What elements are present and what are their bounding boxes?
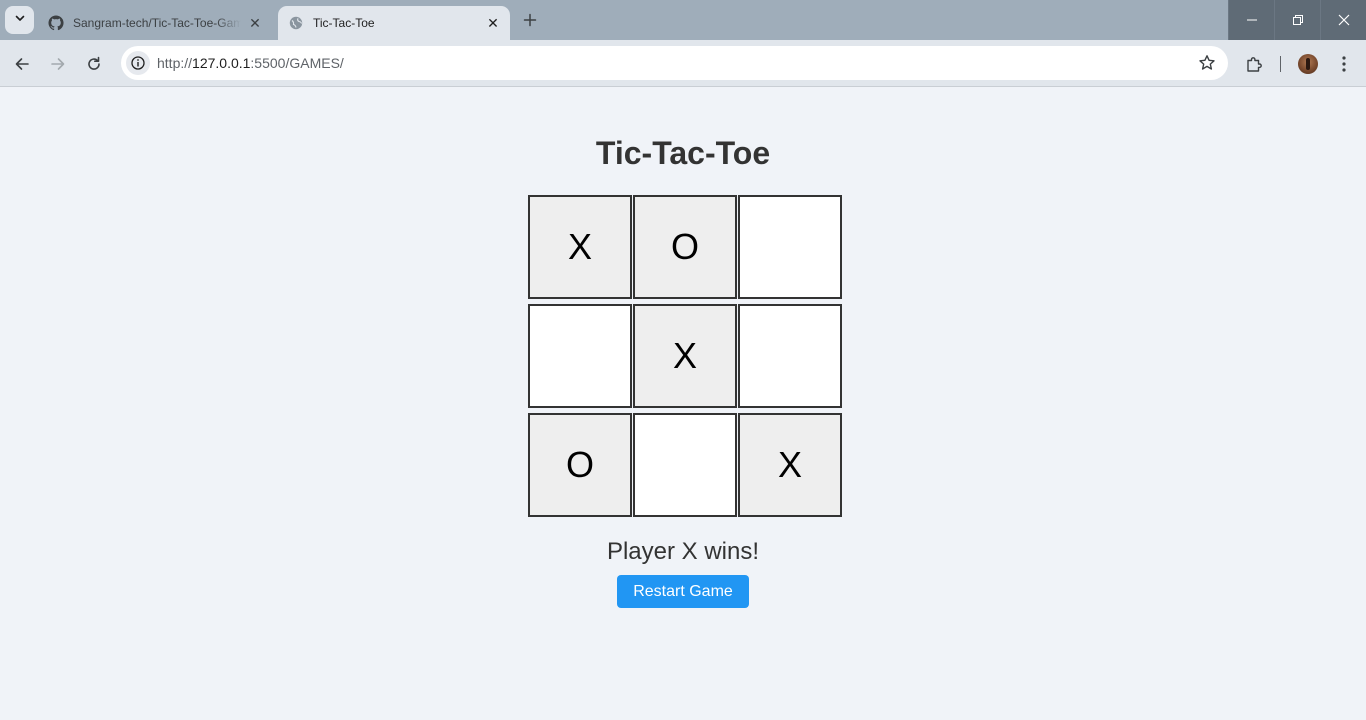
tab-tic-tac-toe[interactable]: Tic-Tac-Toe ✕ xyxy=(278,6,510,40)
board-cell[interactable]: O xyxy=(528,413,632,517)
restart-game-button[interactable]: Restart Game xyxy=(617,575,749,608)
arrow-right-icon xyxy=(51,58,65,70)
site-info-button[interactable] xyxy=(126,51,150,75)
close-window-button[interactable] xyxy=(1320,0,1366,40)
reload-button[interactable] xyxy=(80,50,108,78)
profile-button[interactable] xyxy=(1294,50,1322,78)
forward-button[interactable] xyxy=(44,50,72,78)
menu-button[interactable] xyxy=(1330,50,1358,78)
browser-titlebar: Sangram-tech/Tic-Tac-Toe-Game ✕ Tic-Tac-… xyxy=(0,0,1366,40)
toolbar-divider xyxy=(1280,56,1281,72)
github-icon xyxy=(48,15,64,31)
minimize-icon xyxy=(1246,19,1257,21)
board-cell[interactable] xyxy=(738,304,842,408)
more-vertical-icon xyxy=(1342,56,1346,72)
minimize-button[interactable] xyxy=(1228,0,1274,40)
address-bar[interactable]: http://127.0.0.1:5500/GAMES/ xyxy=(121,46,1228,80)
url-path: :5500/GAMES/ xyxy=(250,55,344,71)
board-cell[interactable] xyxy=(528,304,632,408)
arrow-left-icon xyxy=(15,58,29,70)
game-board: X O X O X xyxy=(528,195,842,517)
board-cell[interactable]: O xyxy=(633,195,737,299)
board-cell[interactable]: X xyxy=(633,304,737,408)
board-cell[interactable] xyxy=(633,413,737,517)
tab-search-button[interactable] xyxy=(5,6,34,34)
url-text[interactable]: http://127.0.0.1:5500/GAMES/ xyxy=(157,55,344,71)
browser-toolbar: http://127.0.0.1:5500/GAMES/ xyxy=(0,40,1366,87)
close-icon xyxy=(1338,14,1349,26)
avatar xyxy=(1298,54,1318,74)
back-button[interactable] xyxy=(8,50,36,78)
globe-icon xyxy=(288,15,304,31)
close-tab-icon[interactable]: ✕ xyxy=(485,15,501,31)
tab-title: Tic-Tac-Toe xyxy=(313,16,375,30)
restore-icon xyxy=(1292,15,1303,25)
extensions-button[interactable] xyxy=(1240,50,1268,78)
tab-title: Sangram-tech/Tic-Tac-Toe-Game xyxy=(73,16,241,30)
page-title: Tic-Tac-Toe xyxy=(595,135,771,171)
chevron-down-icon xyxy=(14,11,26,29)
board-cell[interactable]: X xyxy=(528,195,632,299)
board-cell[interactable]: X xyxy=(738,413,842,517)
puzzle-icon xyxy=(1247,57,1262,72)
close-tab-icon[interactable]: ✕ xyxy=(247,15,263,31)
tab-github[interactable]: Sangram-tech/Tic-Tac-Toe-Game ✕ xyxy=(38,6,272,40)
window-controls xyxy=(1228,0,1366,40)
url-host: 127.0.0.1 xyxy=(192,55,251,71)
info-icon xyxy=(131,56,145,70)
url-scheme: http:// xyxy=(157,55,193,71)
reload-icon xyxy=(88,56,100,70)
board-cell[interactable] xyxy=(738,195,842,299)
plus-icon xyxy=(523,13,537,27)
new-tab-button[interactable] xyxy=(518,8,542,32)
game-status: Player X wins! xyxy=(606,538,760,565)
restore-button[interactable] xyxy=(1274,0,1320,40)
page-content: Tic-Tac-Toe X O X O X Player X wins! Res… xyxy=(0,88,1366,720)
bookmark-star-icon[interactable] xyxy=(1198,54,1216,72)
